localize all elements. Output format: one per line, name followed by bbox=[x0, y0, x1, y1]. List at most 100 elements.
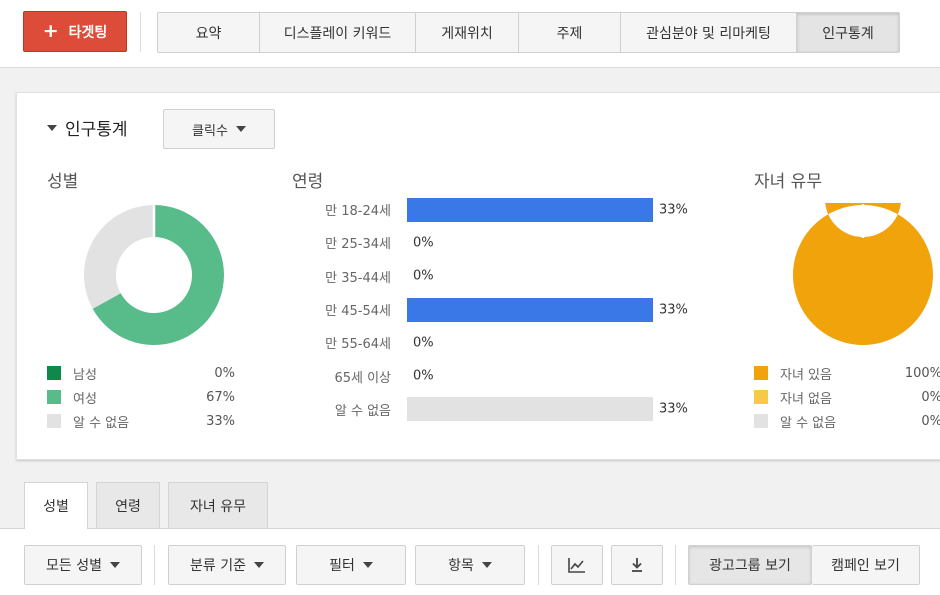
legend-swatch bbox=[47, 390, 61, 404]
age-bar-track: 0% bbox=[407, 264, 653, 288]
gender-section-label: 성별 bbox=[47, 172, 79, 192]
age-bar bbox=[407, 197, 653, 222]
chevron-down-icon bbox=[253, 562, 264, 568]
targeting-button[interactable]: + 타겟팅 bbox=[23, 11, 127, 52]
download-icon bbox=[632, 558, 642, 572]
age-bar bbox=[407, 397, 653, 422]
tab-placements[interactable]: 게재위치 bbox=[416, 13, 519, 52]
chevron-down-icon bbox=[235, 126, 246, 132]
targeting-button-label: 타겟팅 bbox=[68, 24, 108, 41]
legend-swatch bbox=[47, 366, 61, 380]
gender-donut-chart bbox=[84, 204, 224, 345]
children-donut-chart bbox=[792, 203, 933, 345]
legend-value: 67% bbox=[206, 389, 235, 405]
age-bar-track: 0% bbox=[407, 231, 653, 255]
legend-swatch bbox=[754, 390, 768, 404]
age-bar-label: 만 25-34세 bbox=[325, 237, 391, 253]
legend-value: 33% bbox=[206, 413, 235, 429]
chart-toggle-button[interactable] bbox=[551, 545, 603, 585]
card-title-text: 인구통계 bbox=[65, 120, 128, 140]
age-bar-value: 33% bbox=[659, 202, 688, 218]
children-legend: 자녀 있음 100% 자녀 없음 0% 알 수 없음 0% bbox=[754, 361, 940, 433]
metric-dropdown[interactable]: 클릭수 bbox=[163, 109, 275, 149]
divider bbox=[538, 545, 539, 585]
filter-label: 필터 bbox=[329, 558, 355, 574]
tab-interests-remarketing[interactable]: 관심분야 및 리마케팅 bbox=[621, 13, 797, 52]
tab-topics[interactable]: 주제 bbox=[519, 13, 621, 52]
legend-swatch bbox=[47, 414, 61, 428]
tab-summary[interactable]: 요약 bbox=[158, 13, 260, 52]
tab-gender[interactable]: 성별 bbox=[24, 482, 88, 529]
legend-value: 0% bbox=[921, 389, 940, 405]
segment-dropdown[interactable]: 분류 기준 bbox=[168, 545, 286, 585]
top-navigation-bar: + 타겟팅 요약 디스플레이 키워드 게재위치 주제 관심분야 및 리마케팅 인… bbox=[0, 0, 940, 68]
tab-parental-status[interactable]: 자녀 유무 bbox=[168, 482, 268, 528]
legend-swatch bbox=[754, 366, 768, 380]
view-adgroup-button[interactable]: 광고그룹 보기 bbox=[688, 545, 812, 585]
age-bar-row: 알 수 없음 33% bbox=[287, 393, 688, 426]
age-bar-row: 만 35-44세 0% bbox=[287, 260, 433, 293]
filter-dropdown[interactable]: 필터 bbox=[296, 545, 406, 585]
donut-slice-3 bbox=[84, 205, 154, 309]
age-section-label: 연령 bbox=[292, 172, 324, 192]
demographics-card: 인구통계 클릭수 성별 남성 0% 여성 67% 알 수 없음 33% 연령 만… bbox=[16, 92, 940, 460]
children-section-label: 자녀 유무 bbox=[754, 172, 822, 192]
view-adgroup-label: 광고그룹 보기 bbox=[709, 558, 791, 574]
age-bar-row: 만 18-24세 33% bbox=[287, 193, 688, 226]
view-campaign-label: 캠페인 보기 bbox=[831, 558, 900, 574]
targeting-tabs: 요약 디스플레이 키워드 게재위치 주제 관심분야 및 리마케팅 인구통계 bbox=[157, 12, 900, 53]
age-bar-label: 만 18-24세 bbox=[325, 204, 391, 220]
age-bar-track: 0% bbox=[407, 331, 653, 355]
tab-display-keywords[interactable]: 디스플레이 키워드 bbox=[260, 13, 416, 52]
chevron-down-icon bbox=[362, 562, 373, 568]
age-bar-value: 33% bbox=[659, 302, 688, 318]
age-bar-value: 0% bbox=[413, 268, 434, 284]
age-bar-row: 만 55-64세 0% bbox=[287, 326, 433, 359]
chevron-down-icon bbox=[481, 562, 492, 568]
legend-value: 0% bbox=[214, 365, 235, 381]
legend-item: 남성 0% bbox=[47, 361, 235, 385]
dimension-tabs: 성별 연령 자녀 유무 bbox=[24, 482, 268, 529]
legend-item: 자녀 없음 0% bbox=[754, 385, 940, 409]
age-bar-label: 만 55-64세 bbox=[325, 337, 391, 353]
metric-dropdown-label: 클릭수 bbox=[192, 123, 228, 139]
divider bbox=[140, 12, 141, 52]
gender-legend: 남성 0% 여성 67% 알 수 없음 33% bbox=[47, 361, 235, 433]
card-title[interactable]: 인구통계 bbox=[47, 115, 128, 140]
age-bar-track: 33% bbox=[407, 197, 688, 222]
all-gender-dropdown[interactable]: 모든 성별 bbox=[24, 545, 142, 585]
chevron-down-icon bbox=[109, 562, 120, 568]
age-bar-label: 만 45-54세 bbox=[325, 304, 391, 320]
age-bar-value: 0% bbox=[413, 335, 434, 351]
columns-dropdown[interactable]: 항목 bbox=[415, 545, 525, 585]
tab-age[interactable]: 연령 bbox=[96, 482, 160, 528]
legend-label: 알 수 없음 bbox=[780, 415, 837, 431]
legend-label: 알 수 없음 bbox=[73, 415, 130, 431]
legend-label: 자녀 있음 bbox=[780, 367, 832, 383]
plus-icon: + bbox=[42, 20, 59, 42]
tab-demographics[interactable]: 인구통계 bbox=[797, 13, 899, 52]
legend-label: 남성 bbox=[73, 367, 97, 383]
age-bar-label: 만 35-44세 bbox=[325, 270, 391, 286]
age-bar-row: 65세 이상 0% bbox=[287, 359, 433, 392]
age-bar-label: 65세 이상 bbox=[334, 370, 391, 386]
collapse-caret-icon bbox=[47, 124, 57, 131]
download-button[interactable] bbox=[611, 545, 663, 585]
columns-label: 항목 bbox=[448, 558, 474, 574]
legend-label: 여성 bbox=[73, 391, 97, 407]
legend-item: 알 수 없음 0% bbox=[754, 409, 940, 433]
all-gender-label: 모든 성별 bbox=[46, 558, 102, 574]
age-bar-track: 33% bbox=[407, 397, 688, 422]
view-campaign-button[interactable]: 캠페인 보기 bbox=[812, 545, 920, 585]
legend-item: 여성 67% bbox=[47, 385, 235, 409]
age-bar-label: 알 수 없음 bbox=[334, 403, 391, 419]
age-bar-value: 33% bbox=[659, 401, 688, 417]
legend-label: 자녀 없음 bbox=[780, 391, 832, 407]
legend-item: 알 수 없음 33% bbox=[47, 409, 235, 433]
age-bar-chart: 만 18-24세 33% 만 25-34세 0% 만 35-44세 0% 만 45-54세 3… bbox=[287, 193, 688, 426]
age-bar-track: 0% bbox=[407, 364, 653, 388]
segment-label: 분류 기준 bbox=[190, 558, 246, 574]
age-bar bbox=[407, 297, 653, 322]
legend-item: 자녀 있음 100% bbox=[754, 361, 940, 385]
age-bar-track: 33% bbox=[407, 297, 688, 322]
